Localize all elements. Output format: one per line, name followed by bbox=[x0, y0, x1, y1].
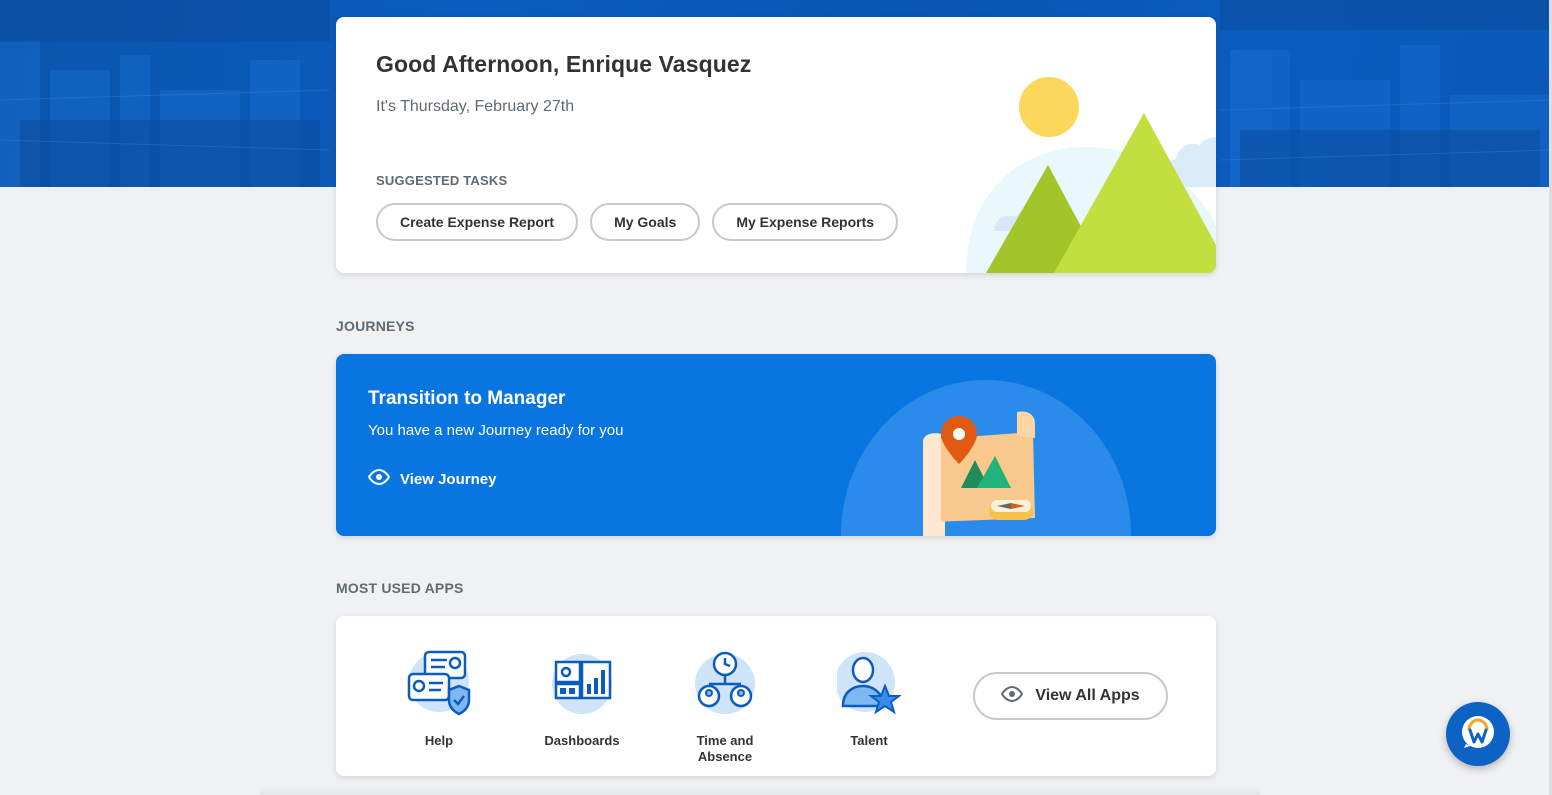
suggested-tasks-label: SUGGESTED TASKS bbox=[376, 173, 508, 188]
workday-assistant-icon bbox=[1460, 714, 1496, 755]
eye-icon bbox=[367, 468, 391, 489]
date-line: It's Thursday, February 27th bbox=[376, 98, 575, 115]
treasure-map-illustration bbox=[841, 380, 1131, 536]
time-absence-icon bbox=[693, 650, 757, 721]
my-goals-button[interactable]: My Goals bbox=[590, 203, 701, 241]
journey-title: Transition to Manager bbox=[368, 388, 566, 409]
journey-card[interactable]: Transition to Manager You have a new Jou… bbox=[336, 354, 1216, 536]
workday-assistant-button[interactable] bbox=[1446, 702, 1510, 766]
welcome-card: Good Afternoon, Enrique Vasquez It's Thu… bbox=[336, 17, 1216, 273]
app-talent-label: Talent bbox=[850, 733, 888, 748]
create-expense-report-button[interactable]: Create Expense Report bbox=[376, 203, 579, 241]
app-help-label: Help bbox=[424, 733, 454, 748]
most-used-apps-card: Help Dashboards Time and Absence Talent … bbox=[336, 616, 1216, 776]
app-dashboards[interactable]: Dashboards bbox=[522, 650, 642, 749]
eye-icon bbox=[1001, 685, 1024, 707]
help-icon bbox=[407, 650, 471, 721]
app-dashboards-label: Dashboards bbox=[544, 733, 620, 748]
mountains-illustration bbox=[966, 77, 1216, 273]
view-journey-label: View Journey bbox=[400, 470, 497, 488]
my-expense-reports-button[interactable]: My Expense Reports bbox=[712, 203, 899, 241]
app-time-and-absence-label: Time and Absence bbox=[696, 733, 754, 764]
journeys-section-title: JOURNEYS bbox=[336, 318, 415, 334]
greeting-title: Good Afternoon, Enrique Vasquez bbox=[376, 51, 752, 77]
app-help[interactable]: Help bbox=[379, 650, 499, 749]
suggested-tasks-row: Create Expense Report My Goals My Expens… bbox=[376, 203, 899, 241]
journey-subtitle: You have a new Journey ready for you bbox=[368, 422, 624, 439]
view-all-apps-label: View All Apps bbox=[1035, 687, 1140, 704]
view-journey-link[interactable]: View Journey bbox=[367, 468, 497, 489]
most-used-apps-section-title: MOST USED APPS bbox=[336, 580, 464, 596]
bottom-scroll-shadow bbox=[260, 786, 1260, 795]
app-talent[interactable]: Talent bbox=[809, 650, 929, 749]
app-time-and-absence[interactable]: Time and Absence bbox=[665, 650, 785, 765]
view-all-apps-button[interactable]: View All Apps bbox=[973, 672, 1168, 720]
talent-icon bbox=[835, 650, 902, 721]
dashboards-icon bbox=[550, 650, 614, 721]
